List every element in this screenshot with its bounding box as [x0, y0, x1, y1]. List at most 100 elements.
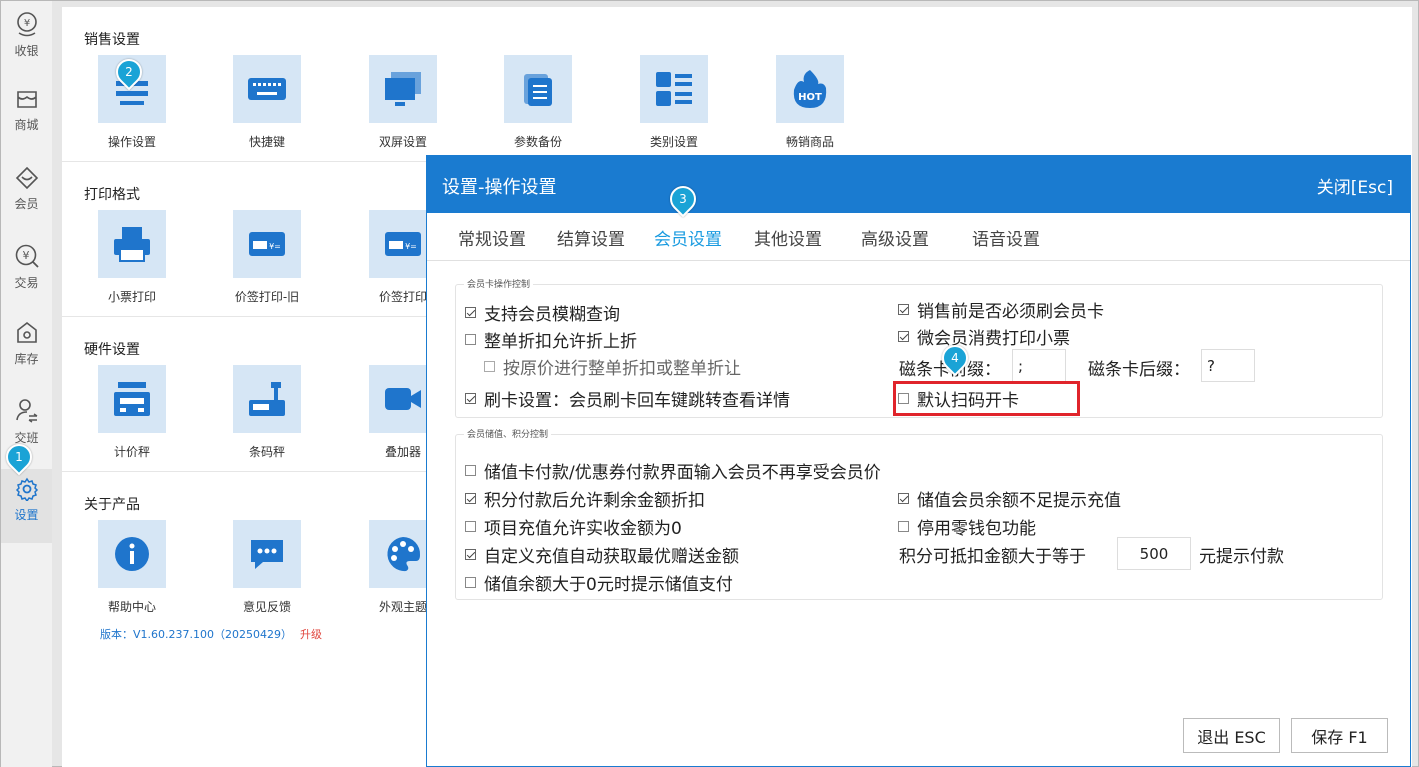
video-camera-icon: [385, 388, 421, 410]
svg-text:¥: ¥: [22, 249, 29, 262]
tile-label: 帮助中心: [107, 600, 156, 614]
sidebar-item-transaction[interactable]: ¥ 交易: [1, 243, 52, 317]
points-threshold-label: 积分可抵扣金额大于等于: [899, 547, 1086, 567]
tile-pricing-scale[interactable]: 计价秤: [77, 365, 187, 460]
group-legend: 会员卡操作控制: [464, 277, 534, 290]
settings-dialog: 设置-操作设置 关闭[Esc] 常规设置 结算设置 会员设置 其他设置 高级设置…: [426, 155, 1411, 767]
dual-screen-icon: [385, 72, 421, 106]
tile-label: 操作设置: [107, 135, 156, 149]
tile-barcode-scale[interactable]: 条码秤: [212, 365, 322, 460]
sidebar-item-member[interactable]: 会员: [1, 166, 52, 240]
card-suffix-input[interactable]: [1201, 349, 1255, 382]
dialog-title: 设置-操作设置: [442, 177, 557, 198]
checkbox[interactable]: [898, 304, 909, 315]
version-info: 版本：V1.60.237.100（20250429） 升级: [100, 626, 322, 642]
option-fuzzy-search[interactable]: 支持会员模糊查询: [465, 300, 620, 325]
checkbox[interactable]: [484, 361, 495, 372]
exit-button[interactable]: 退出 ESC: [1183, 718, 1280, 753]
option-best-bonus[interactable]: 自定义充值自动获取最优赠送金额: [465, 542, 739, 567]
sidebar-item-label: 交班: [14, 431, 39, 445]
checkbox[interactable]: [465, 493, 476, 504]
option-recharge-zero[interactable]: 项目充值允许实收金额为0: [465, 514, 682, 539]
keyboard-icon: [248, 78, 286, 100]
sidebar-item-label: 收银: [14, 44, 39, 58]
close-button[interactable]: 关闭[Esc]: [1317, 173, 1393, 198]
option-no-member-price[interactable]: 储值卡付款/优惠券付款界面输入会员不再享受会员价: [465, 458, 881, 483]
transaction-icon: ¥: [15, 244, 39, 268]
svg-text:¥: ¥: [23, 18, 29, 29]
group-legend: 会员储值、积分控制: [464, 427, 552, 440]
tab-voice[interactable]: 语音设置: [972, 225, 1040, 250]
tab-checkout[interactable]: 结算设置: [557, 225, 625, 250]
points-threshold-input[interactable]: [1117, 537, 1191, 570]
checkbox[interactable]: [898, 521, 909, 532]
option-swipe-card-detail[interactable]: 刷卡设置：会员刷卡回车键跳转查看详情: [465, 386, 790, 411]
checkbox[interactable]: [465, 393, 476, 404]
checkbox[interactable]: [898, 331, 909, 342]
tile-help-center[interactable]: 帮助中心: [77, 520, 187, 615]
option-stored-balance-prompt[interactable]: 储值余额大于0元时提示储值支付: [465, 570, 733, 595]
price-tag-icon: ¥=: [249, 232, 285, 256]
option-disable-wallet[interactable]: 停用零钱包功能: [898, 514, 1036, 539]
option-require-card[interactable]: 销售前是否必须刷会员卡: [898, 297, 1104, 322]
checkbox[interactable]: [465, 549, 476, 560]
tile-label: 条码秤: [248, 445, 285, 459]
tab-general[interactable]: 常规设置: [458, 225, 526, 250]
tile-label: 价签打印-旧: [234, 290, 300, 304]
highlight-box: [893, 381, 1080, 416]
version-text: 版本：V1.60.237.100（20250429）: [100, 628, 292, 641]
shop-icon: [16, 91, 37, 108]
checkbox[interactable]: [898, 493, 909, 504]
sidebar: ¥ 收银 商城 会员 ¥ 交易 库存 交班 设置: [1, 1, 52, 767]
gear-icon: [15, 477, 38, 501]
section-title: 关于产品: [84, 497, 140, 513]
printer-icon: [114, 227, 150, 262]
card-prefix-input[interactable]: [1012, 349, 1066, 382]
palette-icon: [387, 537, 421, 572]
feedback-icon: [251, 540, 283, 569]
tile-label: 快捷键: [248, 135, 285, 149]
svg-text:¥=: ¥=: [405, 242, 417, 251]
option-stack-discount[interactable]: 整单折扣允许折上折: [465, 327, 637, 352]
section-title: 硬件设置: [84, 342, 140, 358]
backup-icon: [524, 74, 552, 106]
sidebar-item-cashier[interactable]: ¥ 收银: [1, 11, 52, 85]
tile-receipt-print[interactable]: 小票打印: [77, 210, 187, 305]
option-wechat-print-receipt[interactable]: 微会员消费打印小票: [898, 324, 1070, 349]
tile-price-tag-old[interactable]: ¥= 价签打印-旧: [212, 210, 322, 305]
inventory-icon: [16, 321, 37, 343]
option-low-balance-recharge[interactable]: 储值会员余额不足提示充值: [898, 486, 1121, 511]
tile-category-settings[interactable]: 类别设置: [619, 55, 729, 150]
checkbox[interactable]: [465, 577, 476, 588]
tile-label: 类别设置: [649, 135, 698, 149]
tile-bestsellers[interactable]: HOT 畅销商品: [755, 55, 865, 150]
tile-shortcut-keys[interactable]: 快捷键: [212, 55, 322, 150]
checkbox[interactable]: [465, 465, 476, 476]
svg-text:¥=: ¥=: [269, 242, 281, 251]
app-window: ¥ 收银 商城 会员 ¥ 交易 库存 交班 设置 销售设置 操作设置 快捷键 双…: [0, 0, 1419, 767]
option-original-price-discount[interactable]: 按原价进行整单折扣或整单折让: [484, 354, 741, 379]
tile-feedback[interactable]: 意见反馈: [212, 520, 322, 615]
save-button[interactable]: 保存 F1: [1291, 718, 1388, 753]
info-icon: [115, 537, 149, 571]
sidebar-item-label: 库存: [14, 352, 39, 366]
sidebar-item-label: 交易: [14, 276, 39, 290]
sidebar-item-label: 商城: [14, 118, 39, 132]
sidebar-item-settings[interactable]: 设置: [1, 469, 52, 543]
upgrade-link[interactable]: 升级: [300, 628, 322, 641]
checkbox[interactable]: [465, 521, 476, 532]
sidebar-item-inventory[interactable]: 库存: [1, 321, 52, 395]
hot-icon-text: HOT: [798, 92, 822, 103]
barcode-scale-icon: [249, 382, 285, 416]
tile-dual-screen[interactable]: 双屏设置: [348, 55, 458, 150]
tab-advanced[interactable]: 高级设置: [861, 225, 929, 250]
tile-label: 意见反馈: [242, 600, 291, 614]
checkbox[interactable]: [465, 307, 476, 318]
tile-parameter-backup[interactable]: 参数备份: [483, 55, 593, 150]
sidebar-item-shop[interactable]: 商城: [1, 87, 52, 161]
tab-other[interactable]: 其他设置: [754, 225, 822, 250]
section-title: 打印格式: [84, 187, 140, 203]
tab-member[interactable]: 会员设置: [654, 225, 722, 250]
option-points-remaining-discount[interactable]: 积分付款后允许剩余金额折扣: [465, 486, 705, 511]
checkbox[interactable]: [465, 334, 476, 345]
